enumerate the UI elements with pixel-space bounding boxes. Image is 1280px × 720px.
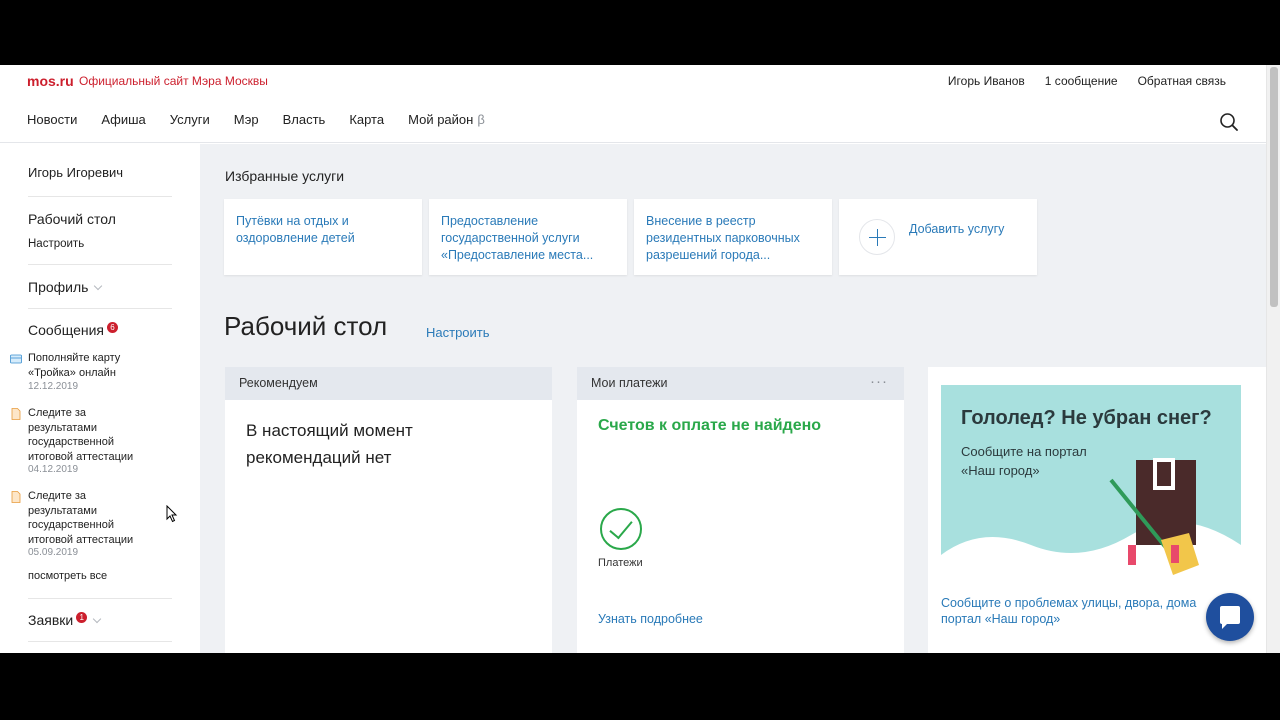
message-date: 05.09.2019 [28,547,79,558]
sidebar-profile[interactable]: Профиль [28,279,103,295]
video-frame: mos.ru Официальный сайт Мэра Москвы Игор… [0,0,1280,720]
chevron-down-icon [94,281,103,291]
messages-count-badge: 6 [106,322,118,333]
user-links: Игорь Иванов 1 сообщение Обратная связь [948,74,1226,88]
message-date: 04.12.2019 [28,464,79,475]
sidebar-desktop-setup-link[interactable]: Настроить [28,238,84,250]
card-icon [10,354,22,364]
more-options-icon[interactable]: ··· [870,373,888,390]
message-item[interactable]: Следите за результатами государственной … [10,406,190,482]
sidebar-user-link[interactable]: Игорь Игоревич [28,165,123,180]
browser-viewport: mos.ru Официальный сайт Мэра Москвы Игор… [0,65,1280,653]
payments-more-link[interactable]: Узнать подробнее [598,612,703,626]
message-text: Следите за результатами государственной … [28,490,134,546]
sidebar-messages[interactable]: Сообщения 6 [28,322,118,338]
message-date: 12.12.2019 [28,381,79,392]
main-nav: Новости Афиша Услуги Мэр Власть Карта Мо… [27,112,485,127]
sidebar-messages-label: Сообщения [28,322,104,338]
document-icon [11,408,21,420]
page-scrollbar[interactable] [1266,65,1280,653]
payments-status: Счетов к оплате не найдено [598,417,822,434]
promo-banner[interactable]: Гололед? Не убран снег? Сообщите на порт… [941,385,1241,585]
recommend-widget: Рекомендуем В настоящий момент рекоменда… [225,367,552,653]
message-item[interactable]: Следите за результатами государственной … [10,489,190,565]
divider [28,641,172,642]
promo-link[interactable]: Сообщите о проблемах улицы, двора, дома … [941,595,1231,627]
search-icon[interactable] [1218,111,1240,133]
chat-bubble-icon [1220,606,1240,629]
divider [28,308,172,309]
favorite-service-card[interactable]: Внесение в реестр резидентных парковочны… [634,199,832,275]
widget-header: Рекомендуем [225,367,552,400]
nav-item-my-district[interactable]: Мой район β [408,112,485,127]
document-icon [11,491,21,503]
sidebar-requests-label: Заявки [28,612,74,628]
add-service-button[interactable]: Добавить услугу [839,199,1037,275]
nav-item-news[interactable]: Новости [27,112,77,127]
site-header: mos.ru Официальный сайт Мэра Москвы Игор… [0,65,1266,143]
add-service-label: Добавить услугу [909,222,1005,236]
payments-icon-label: Платежи [598,557,643,569]
site-logo[interactable]: mos.ru [27,73,74,89]
favorites-title: Избранные услуги [225,168,345,184]
sidebar-desktop-title[interactable]: Рабочий стол [28,211,116,227]
promo-subtitle: Сообщите на портал «Наш город» [961,444,1087,478]
divider [28,598,172,599]
workspace-setup-link[interactable]: Настроить [426,325,490,340]
checkmark-icon [600,508,642,550]
chat-button[interactable] [1206,593,1254,641]
nav-item-my-district-label: Мой район [408,112,474,127]
message-text: Пополняйте карту «Тройка» онлайн [28,352,121,379]
sidebar: Игорь Игоревич Рабочий стол Настроить Пр… [0,144,200,653]
promo-title: Гололед? Не убран снег? [961,407,1212,429]
message-text: Следите за результатами государственной … [28,407,134,463]
sidebar-requests[interactable]: Заявки 1 [28,612,102,628]
beta-badge: β [477,112,485,127]
nav-item-afisha[interactable]: Афиша [101,112,145,127]
mouse-cursor-icon [166,505,178,523]
site-title[interactable]: Официальный сайт Мэра Москвы [79,74,268,88]
requests-count-badge: 1 [76,612,88,623]
plus-icon [859,219,895,255]
nav-item-government[interactable]: Власть [283,112,326,127]
user-name-link[interactable]: Игорь Иванов [948,74,1025,88]
favorite-service-card[interactable]: Предоставление государственной услуги «П… [429,199,627,275]
page-title: Рабочий стол [224,311,388,341]
nav-item-mayor[interactable]: Мэр [234,112,259,127]
divider [28,264,172,265]
chevron-down-icon [92,614,102,624]
messages-link[interactable]: 1 сообщение [1045,74,1118,88]
feedback-link[interactable]: Обратная связь [1138,74,1226,88]
nav-item-map[interactable]: Карта [349,112,384,127]
widget-header: Мои платежи [577,367,904,400]
payments-widget: Мои платежи ··· Счетов к оплате не найде… [577,367,904,653]
message-item[interactable]: Пополняйте карту «Тройка» онлайн 12.12.2… [10,351,190,397]
main-content: Избранные услуги Путёвки на отдых и оздо… [200,144,1266,653]
favorite-service-card[interactable]: Путёвки на отдых и оздоровление детей [224,199,422,275]
nav-item-services[interactable]: Услуги [170,112,210,127]
scrollbar-thumb[interactable] [1270,67,1278,307]
sidebar-profile-label: Профиль [28,279,89,295]
recommend-empty-text: В настоящий момент рекомендаций нет [246,421,413,467]
divider [28,196,172,197]
see-all-messages-link[interactable]: посмотреть все [28,570,107,582]
